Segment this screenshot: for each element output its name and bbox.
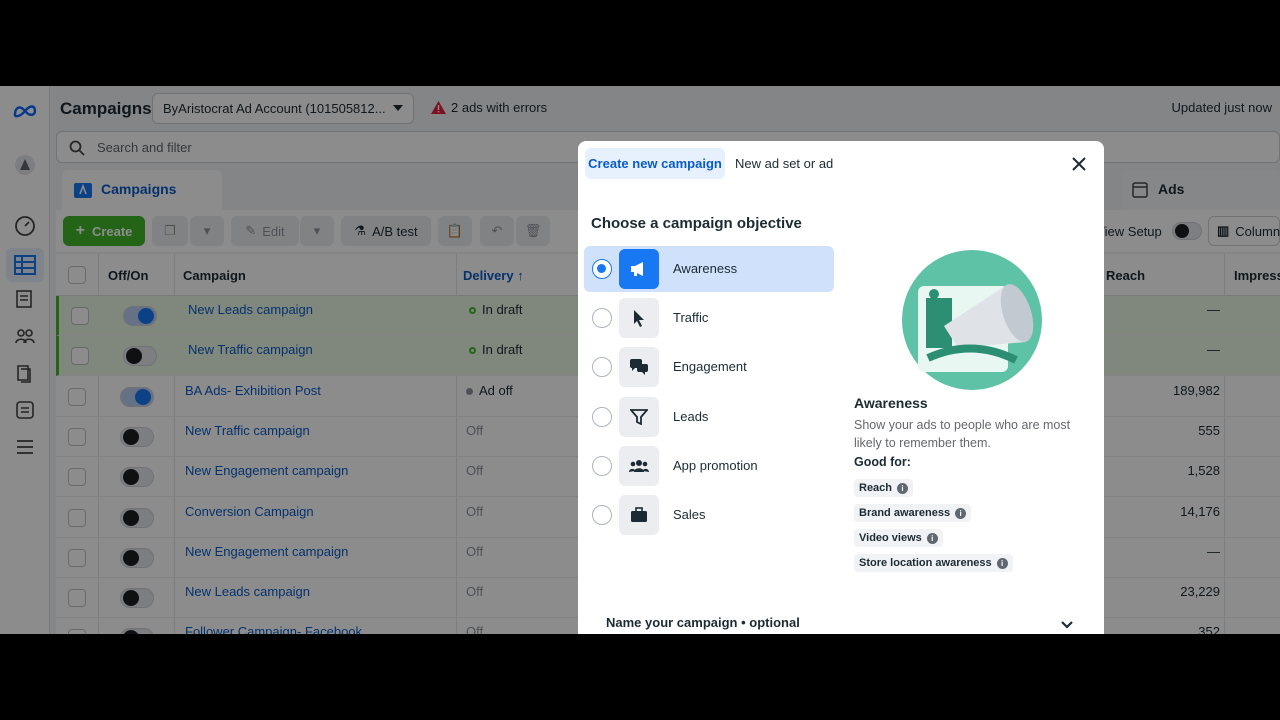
chip-label: Video views	[859, 532, 922, 544]
objective-option-awareness[interactable]: Awareness	[584, 246, 834, 292]
close-button[interactable]	[1070, 155, 1088, 173]
objective-description-title: Awareness	[854, 395, 928, 411]
objective-option-traffic[interactable]: Traffic	[584, 295, 834, 341]
objective-radio[interactable]	[592, 455, 612, 476]
good-for-chip: Brand awareness i	[854, 504, 972, 522]
chip-label: Reach	[859, 482, 893, 494]
chat-bubbles-icon	[619, 347, 659, 388]
tab-create-new-campaign[interactable]: Create new campaign	[585, 148, 725, 179]
funnel-icon	[619, 396, 659, 437]
objective-radio[interactable]	[592, 406, 612, 427]
objective-option-sales[interactable]: Sales	[584, 492, 834, 538]
objective-label: Leads	[673, 408, 709, 424]
objective-option-app-promotion[interactable]: App promotion	[584, 443, 834, 489]
good-for-chip: Reach i	[854, 479, 914, 497]
objective-label: Awareness	[673, 261, 738, 276]
ads-manager-window: Campaigns ByAristocrat Ad Account (10150…	[0, 86, 1280, 634]
objective-label: Traffic	[673, 310, 709, 326]
good-for-chip: Video views i	[854, 529, 943, 547]
create-campaign-modal: Create new campaign New ad set or ad Cho…	[578, 141, 1104, 634]
objective-description-text: Show your ads to people who are most lik…	[854, 418, 1071, 450]
tab-new-ad-set-or-ad[interactable]: New ad set or ad	[735, 156, 833, 171]
objective-radio[interactable]	[592, 505, 612, 525]
good-for-chip: Store location awareness i	[854, 554, 1013, 572]
objective-option-leads[interactable]: Leads	[584, 394, 834, 440]
objective-label: App promotion	[673, 457, 758, 473]
megaphone-icon	[619, 249, 659, 289]
objective-label: Engagement	[673, 359, 747, 375]
cursor-icon	[619, 298, 659, 339]
briefcase-icon	[619, 495, 659, 535]
info-icon[interactable]: i	[996, 557, 1008, 569]
chip-label: Store location awareness	[859, 557, 992, 569]
objective-radio[interactable]	[592, 308, 612, 329]
close-icon	[1072, 157, 1086, 171]
objective-option-engagement[interactable]: Engagement	[584, 344, 834, 390]
people-icon	[619, 445, 659, 486]
info-icon[interactable]: i	[897, 482, 909, 494]
objective-label: Sales	[673, 507, 706, 522]
chip-label: Brand awareness	[859, 507, 951, 519]
info-icon[interactable]: i	[955, 507, 967, 519]
objective-title: Choose a campaign objective	[591, 215, 802, 232]
name-campaign-section[interactable]: Name your campaign • optional	[606, 615, 800, 630]
info-icon[interactable]: i	[926, 532, 938, 544]
objective-radio[interactable]	[592, 357, 612, 378]
good-for-label: Good for:	[854, 455, 911, 469]
objective-radio[interactable]	[592, 259, 612, 279]
chevron-down-icon[interactable]	[1060, 617, 1074, 634]
awareness-megaphone-illustration	[900, 248, 1044, 392]
